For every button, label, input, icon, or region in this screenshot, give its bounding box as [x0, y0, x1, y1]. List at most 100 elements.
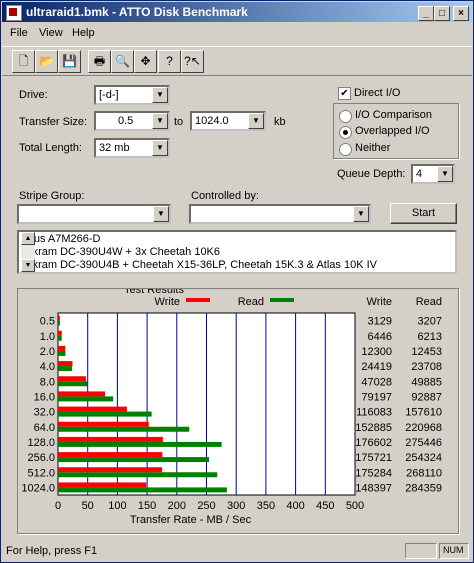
test-results-group: Test Results Write Read Write Read 0.5 3129 320… — [17, 288, 459, 534]
direct-io-checkbox[interactable]: ✔ — [338, 87, 351, 100]
read-bar — [58, 457, 210, 463]
write-value-label: 175721 — [355, 452, 392, 464]
close-button[interactable]: × — [453, 6, 469, 21]
chevron-down-icon[interactable]: ▼ — [153, 206, 169, 222]
menu-help[interactable]: Help — [72, 27, 95, 39]
main-window: ultraraid1.bmk - ATTO Disk Benchmark _ □… — [0, 0, 474, 563]
menu-view[interactable]: View — [39, 27, 63, 39]
legend-read-label: Read — [238, 296, 264, 308]
category-label: 32.0 — [34, 407, 55, 419]
chevron-down-icon[interactable]: ▼ — [152, 113, 168, 129]
print-preview-icon[interactable]: 🔍 — [111, 50, 134, 73]
minimize-button[interactable]: _ — [418, 6, 434, 21]
move-icon[interactable]: ✥ — [134, 50, 157, 73]
read-value-label: 49885 — [411, 376, 442, 388]
legend-write-label: Write — [155, 296, 180, 308]
stripe-group-select[interactable]: ▼ — [17, 204, 171, 224]
controlled-by-label: Controlled by: — [191, 190, 259, 202]
description-textarea[interactable]: Asus A7M266-D Tekram DC-390U4W + 3x Chee… — [17, 230, 457, 274]
read-value-label: 23708 — [411, 361, 442, 373]
toolbar: 🗋 📂 💾 🖶 🔍 ✥ ? ?↖ — [2, 46, 472, 76]
read-bar — [58, 426, 190, 432]
write-bar — [58, 467, 163, 473]
read-value-label: 254324 — [405, 452, 442, 464]
transfer-size-to-select[interactable]: 1024.0 ▼ — [190, 111, 266, 131]
overlapped-io-radio[interactable] — [339, 126, 352, 139]
queue-depth-select[interactable]: 4 ▼ — [411, 164, 455, 184]
description-line: Tekram DC-390U4B + Cheetah X15-36LP, Che… — [21, 259, 377, 271]
read-value-label: 220968 — [405, 422, 442, 434]
write-bar — [58, 436, 163, 442]
x-tick-label: 350 — [257, 500, 275, 512]
write-value-label: 47028 — [361, 376, 392, 388]
read-bar — [58, 396, 114, 402]
menu-file[interactable]: File — [10, 27, 28, 39]
chevron-down-icon[interactable]: ▼ — [353, 206, 369, 222]
help-icon[interactable]: ? — [158, 50, 181, 73]
transfer-unit-label: kb — [274, 116, 286, 128]
read-bar — [58, 472, 218, 478]
read-value-label: 6213 — [418, 331, 442, 343]
x-tick-label: 0 — [55, 500, 61, 512]
x-tick-label: 300 — [227, 500, 245, 512]
write-bar — [58, 421, 149, 427]
queue-depth-label: Queue Depth: — [337, 168, 406, 180]
read-bar — [58, 366, 73, 372]
drive-select[interactable]: [-d-] ▼ — [94, 85, 170, 105]
write-bar — [58, 376, 86, 382]
write-value-label: 148397 — [355, 482, 392, 494]
write-column-header: Write — [367, 296, 392, 308]
write-bar — [58, 345, 66, 351]
write-value-label: 152885 — [355, 422, 392, 434]
scroll-up-icon[interactable]: ▲ — [21, 232, 35, 245]
x-tick-label: 50 — [82, 500, 94, 512]
context-help-icon[interactable]: ?↖ — [181, 50, 204, 73]
description-line: Tekram DC-390U4W + 3x Cheetah 10K6 — [21, 246, 221, 258]
read-bar — [58, 441, 222, 447]
start-button[interactable]: Start — [390, 203, 457, 224]
print-icon[interactable]: 🖶 — [88, 50, 111, 73]
read-bar — [58, 320, 60, 326]
x-axis-label: Transfer Rate - MB / Sec — [130, 514, 252, 526]
write-value-label: 12300 — [361, 346, 392, 358]
io-mode-group: I/O Comparison Overlapped I/O Neither — [333, 103, 459, 159]
chevron-down-icon[interactable]: ▼ — [437, 166, 453, 182]
drive-label: Drive: — [19, 89, 48, 101]
scroll-down-icon[interactable]: ▼ — [21, 259, 35, 272]
window-title: ultraraid1.bmk - ATTO Disk Benchmark — [26, 5, 248, 19]
write-bar — [58, 361, 73, 367]
chevron-down-icon[interactable]: ▼ — [152, 140, 168, 156]
chevron-down-icon[interactable]: ▼ — [152, 87, 168, 103]
legend-write-swatch — [186, 298, 210, 302]
category-label: 2.0 — [40, 346, 55, 358]
controlled-by-select[interactable]: ▼ — [189, 204, 371, 224]
legend-read-swatch — [270, 298, 294, 302]
save-icon[interactable]: 💾 — [58, 50, 81, 73]
read-value-label: 92887 — [411, 391, 442, 403]
write-bar — [58, 482, 147, 488]
read-value-label: 284359 — [405, 482, 442, 494]
read-bar — [58, 381, 88, 387]
x-tick-label: 450 — [316, 500, 334, 512]
category-label: 64.0 — [34, 422, 55, 434]
read-value-label: 268110 — [406, 467, 442, 479]
status-bar: For Help, press F1 NUM — [2, 541, 472, 561]
new-icon[interactable]: 🗋 — [12, 50, 35, 73]
transfer-size-from-select[interactable]: 0.5 ▼ — [94, 111, 170, 131]
status-help-text: For Help, press F1 — [6, 545, 98, 557]
transfer-to-label: to — [174, 116, 184, 128]
category-label: 16.0 — [34, 391, 55, 403]
x-tick-label: 400 — [286, 500, 304, 512]
category-label: 256.0 — [27, 452, 55, 464]
write-bar — [58, 406, 127, 412]
chevron-down-icon[interactable]: ▼ — [248, 113, 264, 129]
neither-label: Neither — [355, 142, 391, 154]
write-bar — [58, 315, 60, 321]
open-icon[interactable]: 📂 — [35, 50, 58, 73]
io-comparison-radio[interactable] — [339, 110, 352, 123]
description-scrollbar[interactable]: ▲ ▼ — [21, 232, 35, 272]
read-bar — [58, 350, 66, 356]
total-length-select[interactable]: 32 mb ▼ — [94, 138, 170, 158]
neither-radio[interactable] — [339, 143, 352, 156]
maximize-button[interactable]: □ — [434, 6, 450, 21]
